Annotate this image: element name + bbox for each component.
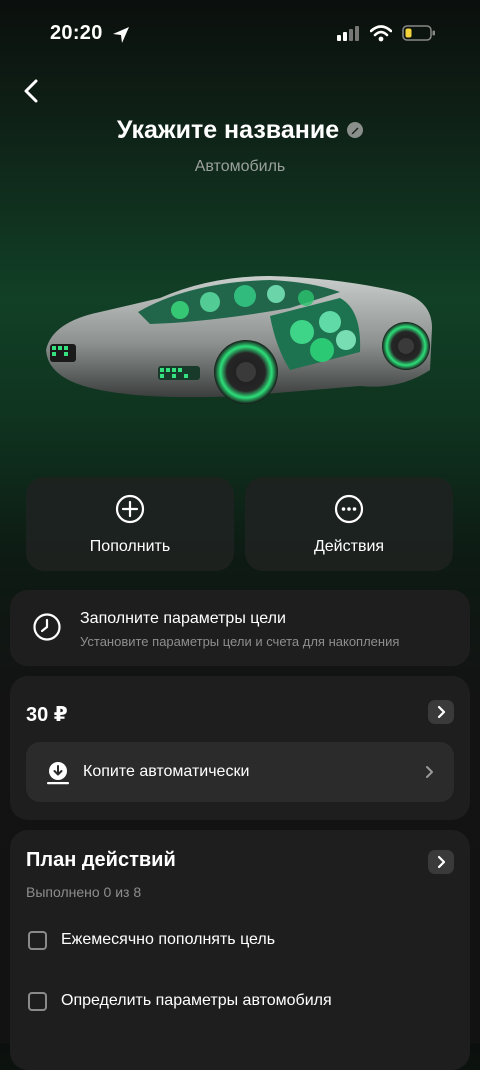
location-arrow-icon <box>113 27 129 43</box>
auto-save-row[interactable]: Копите автоматически <box>26 742 454 802</box>
back-chevron-icon[interactable] <box>20 78 44 104</box>
clock-icon <box>33 613 61 641</box>
chevron-right-icon <box>426 766 433 778</box>
action-plan-open-button[interactable] <box>428 850 454 874</box>
top-up-label: Пополнить <box>89 538 171 555</box>
action-plan-title: План действий <box>26 849 176 871</box>
wifi-icon <box>370 24 392 41</box>
task-label: Определить параметры автомобиля <box>61 992 332 1009</box>
balance-card: 30 ₽ Копите автоматически <box>10 676 470 820</box>
cellular-signal-icon <box>337 26 359 41</box>
plan-task-item[interactable]: Ежемесячно пополнять цель <box>28 927 275 953</box>
goal-category: Автомобиль <box>194 158 286 175</box>
action-plan-card: План действий Выполнено 0 из 8 Ежемесячн… <box>10 830 470 1070</box>
chevron-right-icon <box>437 705 446 719</box>
top-up-button[interactable]: Пополнить <box>26 477 234 571</box>
goal-title[interactable]: Укажите название <box>117 116 339 145</box>
chevron-right-icon <box>437 855 446 869</box>
plus-circle-icon <box>115 494 145 524</box>
balance-amount: 30 ₽ <box>26 704 68 726</box>
action-plan-progress: Выполнено 0 из 8 <box>26 884 142 900</box>
task-label: Ежемесячно пополнять цель <box>61 931 276 948</box>
title-row: Укажите название <box>0 116 480 145</box>
actions-label: Действия <box>313 538 385 555</box>
goal-params-title: Заполните параметры цели <box>80 610 286 627</box>
edit-pencil-icon[interactable] <box>347 121 364 138</box>
status-indicators <box>336 24 436 42</box>
goal-params-card[interactable]: Заполните параметры цели Установите пара… <box>10 590 470 666</box>
balance-open-button[interactable] <box>428 700 454 724</box>
download-piggy-icon <box>47 762 69 785</box>
more-circle-icon <box>334 494 364 524</box>
task-checkbox[interactable] <box>28 991 47 1011</box>
actions-button[interactable]: Действия <box>245 477 453 571</box>
auto-save-label: Копите автоматически <box>83 763 250 780</box>
plan-task-item[interactable]: Определить параметры автомобиля <box>28 988 332 1014</box>
battery-low-icon <box>402 25 435 41</box>
task-checkbox[interactable] <box>28 930 47 950</box>
car-illustration <box>46 276 432 404</box>
goal-params-description: Установите параметры цели и счета для на… <box>80 634 400 649</box>
status-time: 20:20 <box>50 22 103 44</box>
